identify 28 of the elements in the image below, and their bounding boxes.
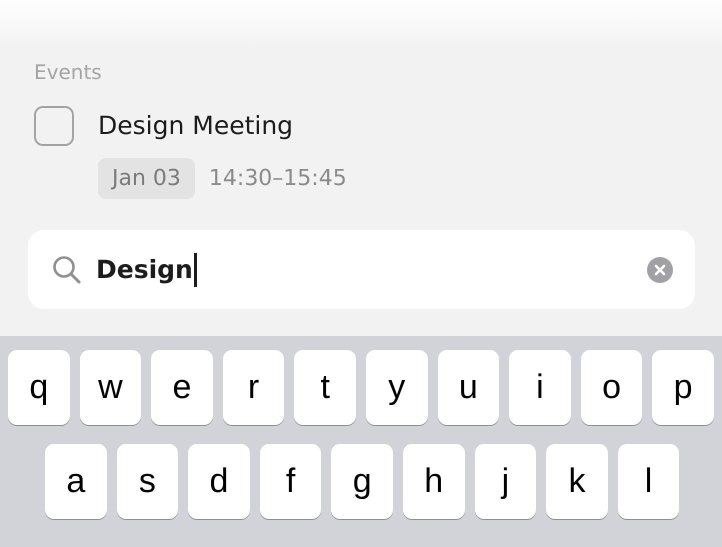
search-text: Design <box>96 255 193 284</box>
key[interactable]: o <box>580 350 642 425</box>
event-time: 14:30–15:45 <box>208 166 347 191</box>
key[interactable]: r <box>222 350 284 425</box>
key[interactable]: y <box>366 350 428 425</box>
event-title: Design Meeting <box>98 111 294 140</box>
search-icon <box>52 254 82 284</box>
key[interactable]: q <box>8 350 70 425</box>
key[interactable]: e <box>151 350 213 425</box>
search-field[interactable]: Design <box>28 230 695 309</box>
key[interactable]: h <box>402 444 465 519</box>
date-chip: Jan 03 <box>98 158 195 199</box>
key[interactable]: d <box>188 444 250 519</box>
key[interactable]: j <box>474 444 536 519</box>
key[interactable]: i <box>509 350 571 425</box>
key[interactable]: s <box>116 444 178 519</box>
key[interactable]: t <box>294 350 356 425</box>
key[interactable]: k <box>546 444 608 519</box>
key[interactable]: p <box>652 350 714 425</box>
checkbox[interactable] <box>34 106 74 146</box>
key[interactable]: f <box>260 444 322 519</box>
section-header: Events <box>34 60 103 84</box>
key[interactable]: g <box>331 444 393 519</box>
key[interactable]: l <box>618 444 680 519</box>
key[interactable]: w <box>80 350 142 425</box>
key[interactable]: a <box>45 444 107 519</box>
clear-icon[interactable] <box>647 256 673 282</box>
key[interactable]: u <box>438 350 500 425</box>
